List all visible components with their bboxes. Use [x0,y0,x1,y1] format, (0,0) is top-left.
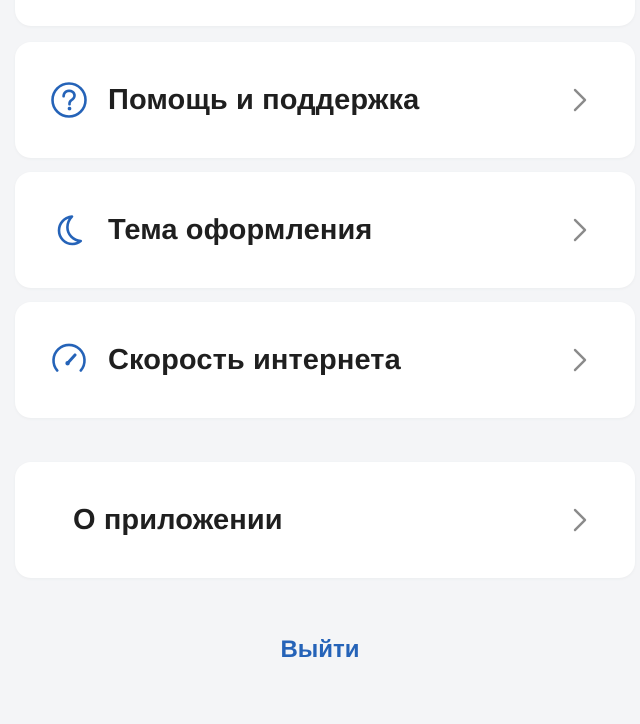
menu-item-label: Помощь и поддержка [108,83,420,116]
speedometer-icon [49,340,89,380]
logout-button[interactable]: Выйти [0,636,640,664]
menu-item-label: Скорость интернета [108,343,401,376]
question-circle-icon [49,80,89,120]
chevron-right-icon [573,508,587,532]
menu-item-label: О приложении [73,503,283,536]
menu-card-partial[interactable] [15,0,635,26]
chevron-right-icon [573,348,587,372]
menu-item-label: Тема оформления [108,213,373,246]
menu-item-speed[interactable]: Скорость интернета [15,302,635,418]
moon-icon [49,210,89,250]
menu-item-theme[interactable]: Тема оформления [15,172,635,288]
menu-item-help[interactable]: Помощь и поддержка [15,42,635,158]
chevron-right-icon [573,88,587,112]
menu-item-about[interactable]: О приложении [15,462,635,578]
chevron-right-icon [573,218,587,242]
